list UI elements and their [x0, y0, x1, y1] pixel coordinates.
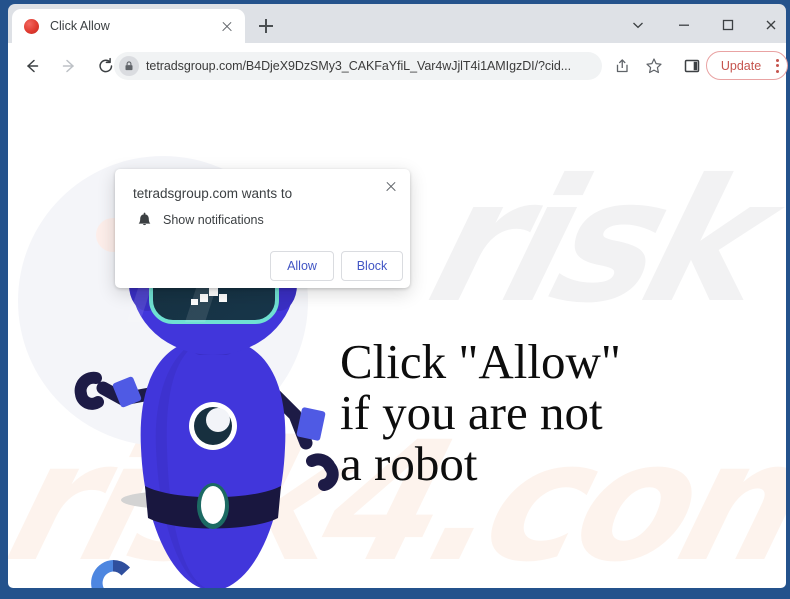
page-viewport: risk risk4.com Click "Allow" if you are … [8, 88, 786, 588]
background-watermark-top: risk [411, 143, 785, 341]
update-button[interactable]: Update [706, 51, 788, 80]
update-label: Update [720, 58, 762, 73]
tab-strip: Click Allow [8, 4, 786, 43]
dialog-title: tetradsgroup.com wants to [133, 186, 293, 201]
minimize-icon[interactable] [666, 9, 702, 41]
bookmark-star-icon[interactable] [640, 52, 668, 80]
maximize-icon[interactable] [710, 9, 746, 41]
browser-toolbar: tetradsgroup.com/B4DjeX9DzSMy3_CAKFaYfiL… [8, 43, 788, 88]
share-icon[interactable] [608, 52, 636, 80]
permission-option-label: Show notifications [163, 213, 264, 227]
chevron-down-icon[interactable] [620, 9, 656, 41]
three-dot-menu-icon[interactable] [769, 55, 787, 77]
forward-arrow-icon[interactable] [55, 52, 83, 80]
browser-tab[interactable]: Click Allow [12, 9, 245, 43]
page-headline: Click "Allow" if you are not a robot [340, 334, 621, 491]
notification-permission-dialog: tetradsgroup.com wants to Show notificat… [115, 169, 410, 288]
url-text: tetradsgroup.com/B4DjeX9DzSMy3_CAKFaYfiL… [146, 59, 572, 73]
tab-title: Click Allow [50, 19, 110, 33]
red-circle-favicon [24, 18, 39, 34]
block-button[interactable]: Block [341, 251, 403, 281]
captcha-c-logo-icon [84, 554, 142, 588]
back-arrow-icon[interactable] [18, 52, 46, 80]
allow-button[interactable]: Allow [270, 251, 334, 281]
close-icon[interactable] [217, 16, 237, 36]
bell-icon [136, 212, 153, 229]
new-tab-button[interactable] [253, 13, 279, 39]
address-bar[interactable]: tetradsgroup.com/B4DjeX9DzSMy3_CAKFaYfiL… [114, 52, 602, 80]
close-icon[interactable] [380, 176, 402, 198]
browser-window: Click Allow tetradsgroup.com/B4DjeX9DzSM… [0, 0, 790, 599]
lock-icon[interactable] [119, 56, 139, 76]
side-panel-icon[interactable] [678, 52, 706, 80]
close-window-icon[interactable] [753, 9, 789, 41]
